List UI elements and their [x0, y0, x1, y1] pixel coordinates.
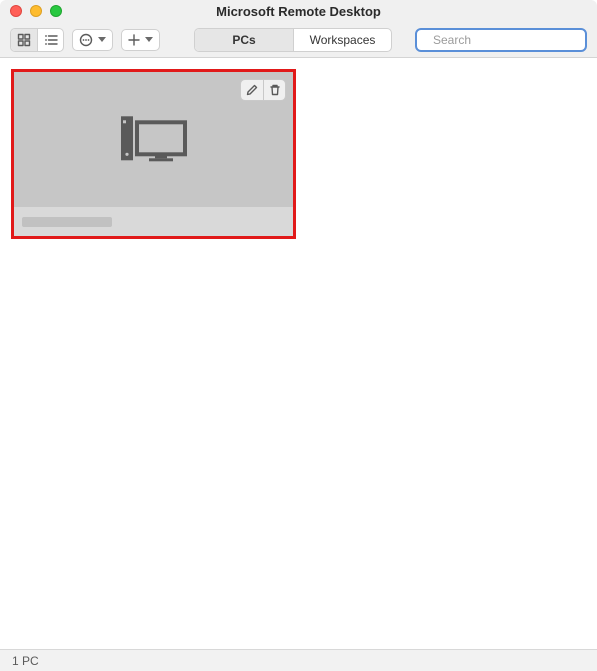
pencil-icon [246, 84, 258, 96]
grid-icon [17, 33, 31, 47]
window-controls [10, 5, 62, 17]
card-hover-actions [240, 79, 286, 101]
edit-pc-button[interactable] [241, 80, 263, 100]
status-bar: 1 PC [0, 649, 597, 671]
plus-icon [128, 34, 140, 46]
pc-name-label [22, 217, 112, 227]
delete-pc-button[interactable] [263, 80, 285, 100]
list-icon [44, 33, 58, 47]
tab-workspaces[interactable]: Workspaces [293, 29, 391, 51]
toolbar: PCs Workspaces [0, 22, 597, 58]
list-view-button[interactable] [37, 29, 63, 51]
zoom-window-button[interactable] [50, 5, 62, 17]
trash-icon [269, 84, 281, 96]
titlebar: Microsoft Remote Desktop [0, 0, 597, 22]
add-menu-button[interactable] [121, 29, 160, 51]
search-field[interactable] [415, 28, 587, 52]
desktop-pc-icon [119, 110, 189, 164]
content-tabs: PCs Workspaces [194, 28, 392, 52]
more-menu-button[interactable] [72, 29, 113, 51]
ellipsis-circle-icon [79, 33, 93, 47]
pc-card[interactable] [11, 69, 296, 239]
minimize-window-button[interactable] [30, 5, 42, 17]
grid-view-button[interactable] [11, 29, 37, 51]
content-area [0, 58, 597, 649]
close-window-button[interactable] [10, 5, 22, 17]
status-text: 1 PC [12, 654, 39, 668]
window-title: Microsoft Remote Desktop [0, 4, 597, 19]
tab-pcs[interactable]: PCs [195, 29, 293, 51]
chevron-down-icon [145, 37, 153, 42]
pc-thumbnail [14, 72, 293, 207]
search-input[interactable] [433, 33, 588, 47]
view-mode-segment [10, 28, 64, 52]
pc-card-label-row [14, 207, 293, 236]
chevron-down-icon [98, 37, 106, 42]
